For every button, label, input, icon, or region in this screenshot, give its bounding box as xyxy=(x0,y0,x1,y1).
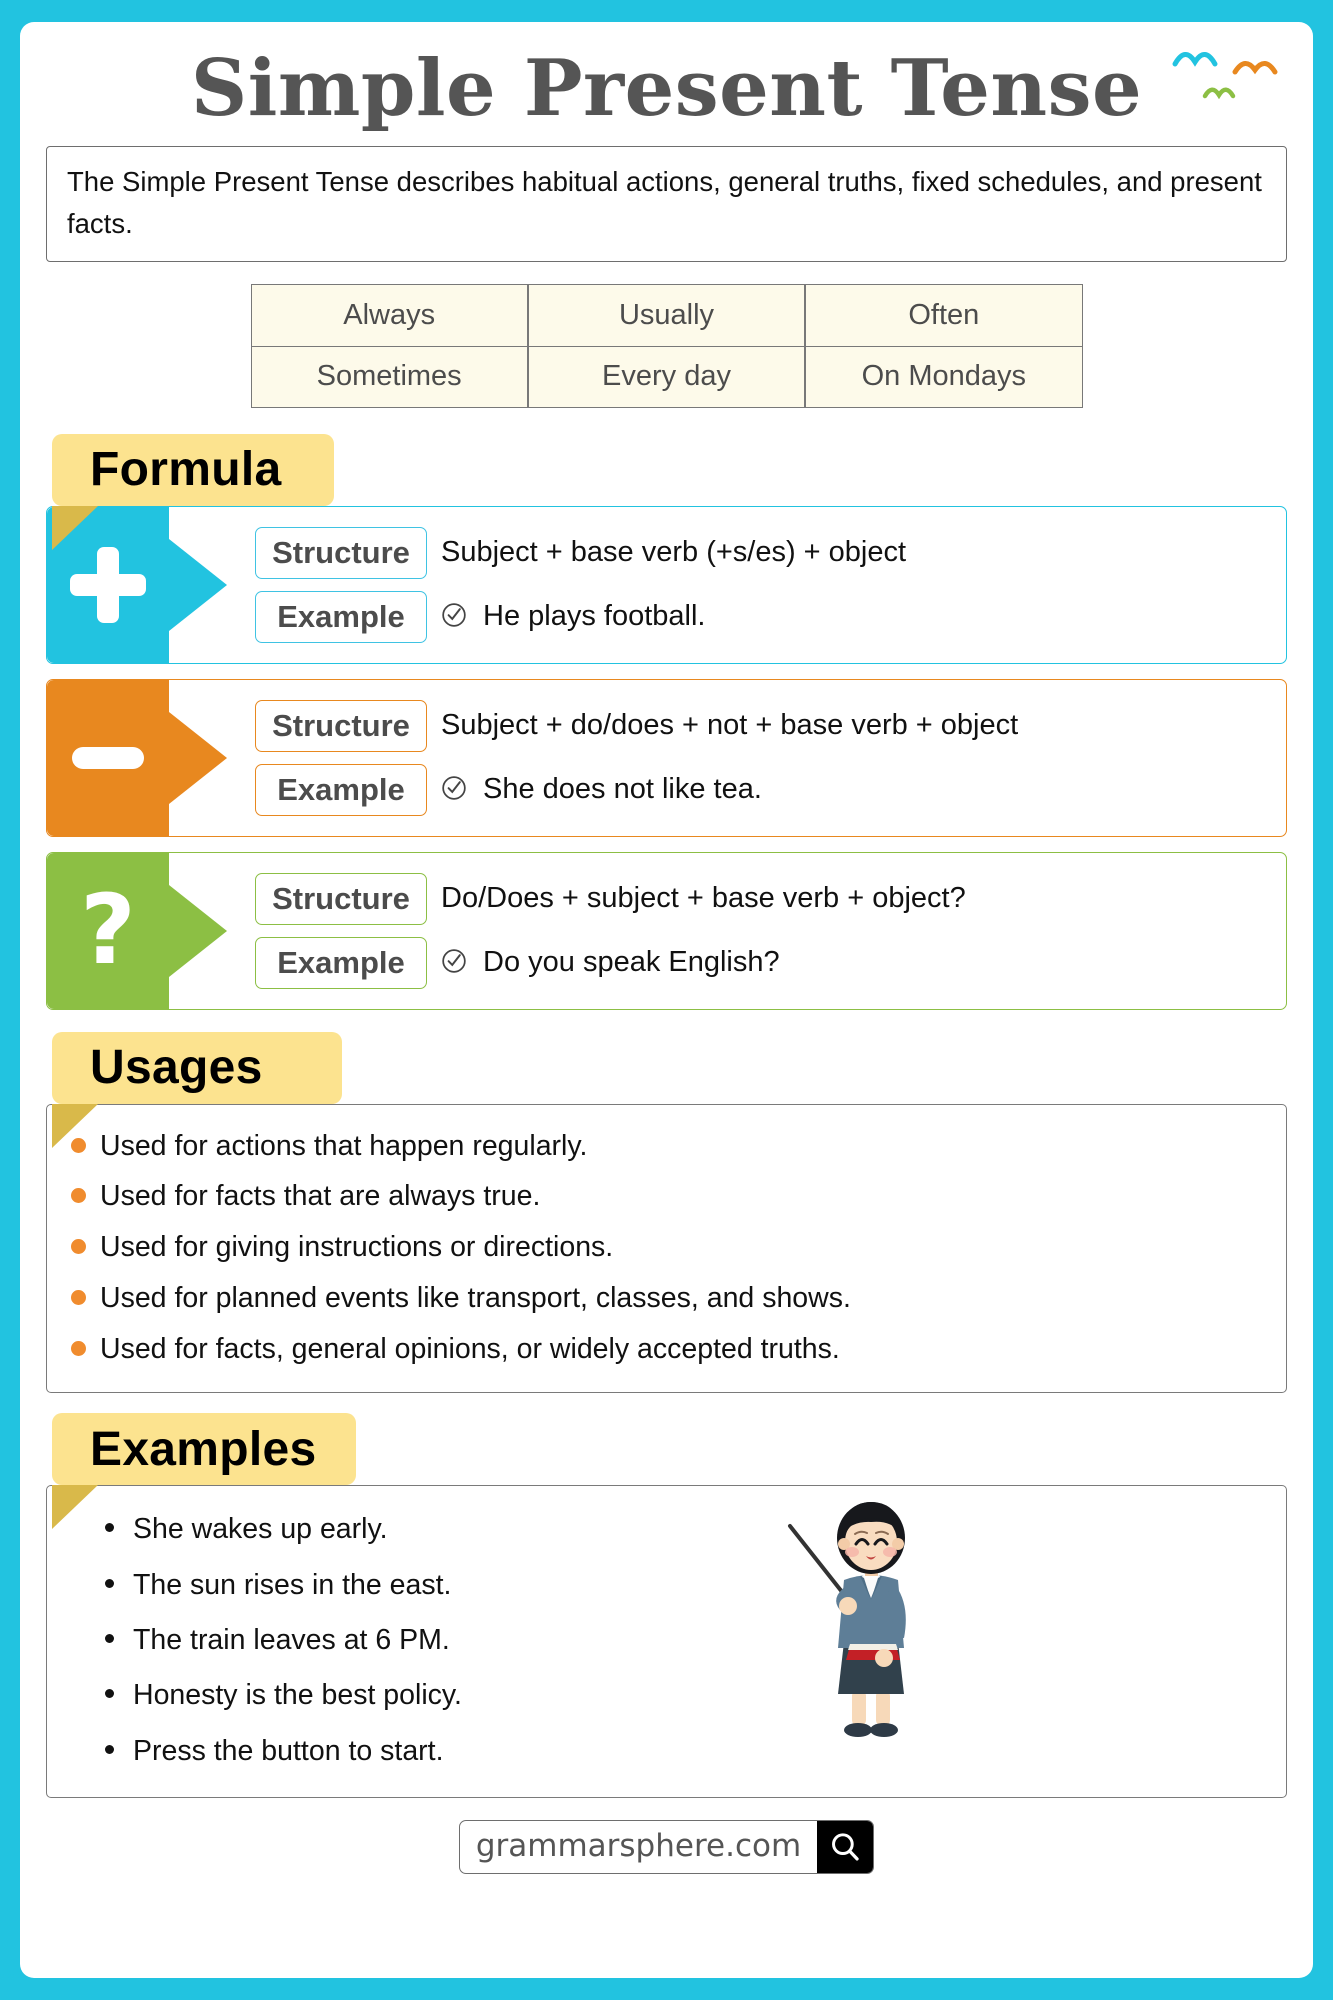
bullet-dot-icon xyxy=(71,1239,86,1255)
examples-banner-row: Examples xyxy=(46,1413,1287,1530)
usages-banner-row: Usages xyxy=(46,1031,1287,1148)
banner-fold-shape xyxy=(52,1485,98,1530)
bird-cyan-icon xyxy=(1172,52,1218,67)
birds-decoration xyxy=(1172,52,1278,100)
list-item: Press the button to start. xyxy=(105,1724,1262,1779)
site-url-bar[interactable]: grammarsphere.com xyxy=(458,1819,875,1874)
poster-sheet: Simple Present Tense The Simple Present … xyxy=(20,22,1313,1978)
adverb-cell: On Mondays xyxy=(805,345,1083,408)
example-label: Example xyxy=(255,763,427,816)
example-line: Example Do you speak English? xyxy=(255,936,1276,989)
formula-banner-row: Formula xyxy=(46,433,1287,550)
example-text: Do you speak English? xyxy=(483,946,780,979)
list-item: Used for actions that happen regularly. xyxy=(71,1121,1262,1172)
banner-fold-shape xyxy=(52,1103,98,1148)
example-text: He plays football. xyxy=(483,600,706,633)
formula-row-positive: Structure Subject + base verb (+s/es) + … xyxy=(46,505,1287,664)
usage-text: Used for planned events like transport, … xyxy=(100,1281,851,1314)
structure-text: Subject + do/does + not + base verb + ob… xyxy=(441,709,1019,742)
example-line: Example He plays football. xyxy=(255,590,1276,643)
structure-text: Do/Does + subject + base verb + object? xyxy=(441,882,966,915)
search-button[interactable] xyxy=(817,1820,874,1873)
example-label: Example xyxy=(255,590,427,643)
page-title: Simple Present Tense xyxy=(190,43,1143,134)
adverb-cell: Every day xyxy=(527,345,806,408)
teacher-with-pointer-illustration xyxy=(788,1502,906,1738)
example-text-wrap: She does not like tea. xyxy=(427,773,762,806)
usage-text: Used for actions that happen regularly. xyxy=(100,1129,588,1162)
adverb-cell: Sometimes xyxy=(250,345,528,408)
formula-body-question: Structure Do/Does + subject + base verb … xyxy=(169,853,1286,1009)
question-mark-icon: ? xyxy=(80,873,136,986)
adverb-cell: Usually xyxy=(527,283,806,346)
sign-block-negative xyxy=(47,679,227,836)
structure-label: Structure xyxy=(255,526,427,579)
table-row: Sometimes Every day On Mondays xyxy=(250,345,1083,408)
list-item: Used for giving instructions or directio… xyxy=(71,1222,1262,1273)
list-item: She wakes up early. xyxy=(105,1502,1262,1557)
table-row: Always Usually Often xyxy=(250,283,1083,346)
formula-row-negative: Structure Subject + do/does + not + base… xyxy=(46,678,1287,837)
bird-green-icon xyxy=(1202,87,1236,100)
arrow-shape xyxy=(169,711,227,804)
structure-line: Structure Subject + do/does + not + base… xyxy=(255,699,1276,752)
footer: grammarsphere.com xyxy=(46,1819,1287,1874)
example-text-wrap: Do you speak English? xyxy=(427,946,780,979)
list-item: Used for facts that are always true. xyxy=(71,1171,1262,1222)
formula-body-negative: Structure Subject + do/does + not + base… xyxy=(169,680,1286,836)
bullet-dot-icon xyxy=(71,1340,86,1356)
bullet-dot-icon xyxy=(71,1188,86,1204)
structure-label: Structure xyxy=(255,872,427,925)
structure-text: Subject + base verb (+s/es) + object xyxy=(441,536,907,569)
example-line: Example She does not like tea. xyxy=(255,763,1276,816)
section-banner-usages: Usages xyxy=(52,1031,342,1104)
structure-line: Structure Do/Does + subject + base verb … xyxy=(255,872,1276,925)
sign-block-question: ? xyxy=(47,852,227,1009)
examples-card: She wakes up early. The sun rises in the… xyxy=(46,1485,1287,1798)
check-circle-icon xyxy=(442,776,466,800)
structure-label: Structure xyxy=(255,699,427,752)
magnifier-icon xyxy=(832,1833,859,1861)
examples-inner: She wakes up early. The sun rises in the… xyxy=(71,1502,1262,1779)
arrow-shape xyxy=(169,538,227,631)
arrow-shape xyxy=(169,884,227,977)
list-item: Honesty is the best policy. xyxy=(105,1668,1262,1723)
bullet-dot-icon xyxy=(71,1289,86,1305)
plus-icon xyxy=(70,546,146,623)
formula-row-question: ? Structure Do/Does + subject + base ver… xyxy=(46,851,1287,1010)
list-item: Used for planned events like transport, … xyxy=(71,1273,1262,1324)
poster-root: Simple Present Tense The Simple Present … xyxy=(0,0,1333,2000)
list-item: The sun rises in the east. xyxy=(105,1558,1262,1613)
usage-text: Used for facts, general opinions, or wid… xyxy=(100,1332,840,1365)
list-item: The train leaves at 6 PM. xyxy=(105,1613,1262,1668)
structure-line: Structure Subject + base verb (+s/es) + … xyxy=(255,526,1276,579)
usage-text: Used for giving instructions or directio… xyxy=(100,1231,614,1264)
example-text: She does not like tea. xyxy=(483,773,762,806)
usages-card: Used for actions that happen regularly. … xyxy=(46,1103,1287,1394)
examples-list: She wakes up early. The sun rises in the… xyxy=(71,1502,1262,1779)
check-circle-icon xyxy=(442,949,466,973)
list-item: Used for facts, general opinions, or wid… xyxy=(71,1324,1262,1375)
section-banner-examples: Examples xyxy=(52,1413,356,1486)
formula-body-positive: Structure Subject + base verb (+s/es) + … xyxy=(169,507,1286,663)
adverb-table-wrapper: Always Usually Often Sometimes Every day… xyxy=(46,283,1287,408)
banner-fold-shape xyxy=(52,505,98,550)
intro-box: The Simple Present Tense describes habit… xyxy=(46,146,1287,262)
example-label: Example xyxy=(255,936,427,989)
site-url-text: grammarsphere.com xyxy=(475,1827,802,1864)
adverb-cell: Always xyxy=(250,283,528,346)
section-banner-formula: Formula xyxy=(52,433,334,506)
minus-icon xyxy=(72,746,144,769)
check-circle-icon xyxy=(442,603,466,627)
usage-text: Used for facts that are always true. xyxy=(100,1180,541,1213)
example-text-wrap: He plays football. xyxy=(427,600,705,633)
bird-orange-icon xyxy=(1232,61,1278,75)
adverb-table: Always Usually Often Sometimes Every day… xyxy=(250,283,1083,408)
adverb-cell: Often xyxy=(805,283,1083,346)
